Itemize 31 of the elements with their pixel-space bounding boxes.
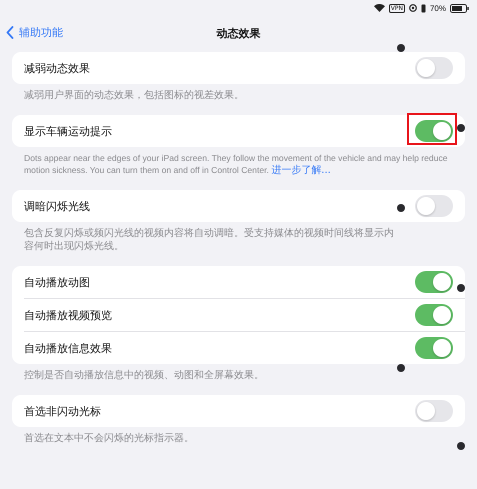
setting-label: 自动播放动图	[24, 274, 90, 290]
footer-note: 控制是否自动播放信息中的视频、动图和全屏幕效果。	[23, 368, 265, 382]
setting-label: 调暗闪烁光线	[24, 198, 90, 214]
footer-note: 包含反复闪烁或频闪光线的视频内容将自动调暗。受支持媒体的视频时间线将显示内容何时出现闪烁光线。	[23, 226, 395, 253]
toggle-switch[interactable]	[415, 271, 453, 293]
back-button[interactable]: 辅助功能	[6, 25, 63, 40]
toggle-switch[interactable]	[415, 120, 453, 142]
footer-note: Dots appear near the edges of your iPad screen. They follow the movement of the vehicle and may help reduce motion sickness. You can turn them on and off in Control Center. 进一步了解...	[23, 152, 449, 177]
setting-label: 自动播放视频预览	[24, 308, 112, 322]
motion-cue-dot	[457, 442, 465, 450]
motion-cue-dot	[397, 364, 405, 372]
phone-icon	[420, 4, 426, 12]
learn-more-link[interactable]: 进一步了解...	[271, 165, 331, 176]
page-title: 动态效果	[216, 26, 260, 40]
toggle-switch[interactable]	[415, 57, 453, 79]
toggle-switch[interactable]	[415, 195, 453, 217]
toggle-switch[interactable]	[415, 337, 453, 359]
toggle-switch[interactable]	[415, 400, 453, 422]
chevron-left-icon	[6, 26, 14, 39]
toggle-switch[interactable]	[415, 304, 453, 326]
battery-icon	[450, 4, 469, 12]
motion-cue-dot	[397, 44, 405, 52]
setting-label: 首选非闪动光标	[24, 404, 101, 418]
footer-note: 减弱用户界面的动态效果，包括图标的视差效果。	[23, 88, 245, 102]
setting-label: 减弱动态效果	[24, 60, 90, 76]
wifi-icon	[374, 4, 385, 12]
battery-percentage: 70%	[430, 4, 446, 12]
setting-label: 显示车辆运动提示	[24, 124, 112, 138]
footer-note: 首选在文本中不会闪烁的光标指示器。	[23, 432, 195, 445]
lock-rotation-icon	[408, 4, 417, 12]
setting-label: 自动播放信息效果	[24, 340, 112, 356]
